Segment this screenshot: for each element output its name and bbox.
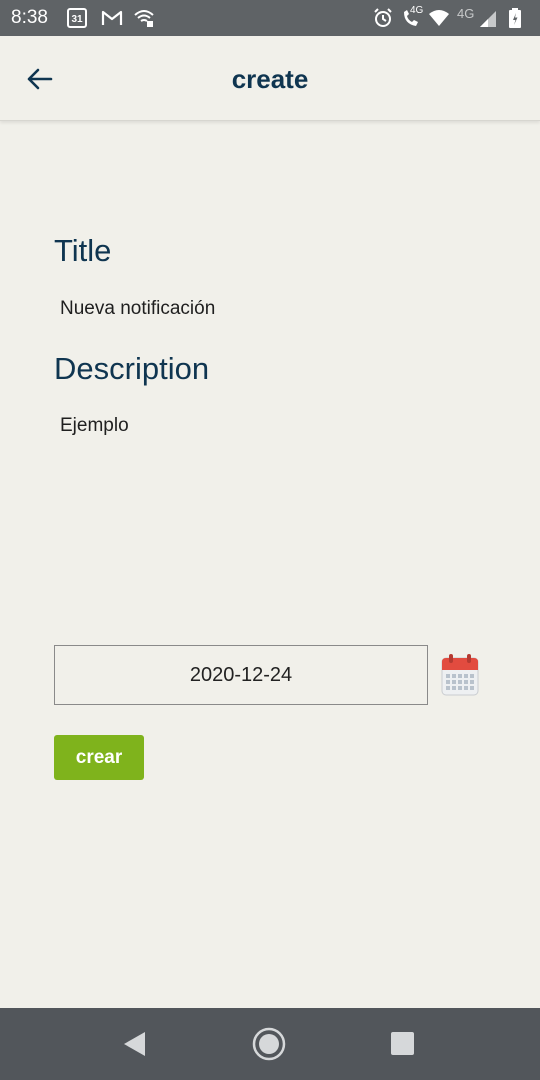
page-title: create (231, 64, 309, 94)
recents-square-icon (385, 1032, 421, 1066)
wifi-icon (428, 7, 450, 29)
create-button[interactable]: crear (54, 735, 144, 780)
alarm-icon (372, 7, 394, 29)
nav-back-button[interactable] (116, 1026, 152, 1062)
back-triangle-icon (116, 1032, 152, 1066)
app-bar: create (0, 36, 540, 121)
status-time: 8:38 (11, 7, 48, 28)
calendar-day-text: 31 (71, 14, 83, 25)
date-field[interactable]: 2020-12-24 (54, 645, 428, 705)
wifi-calling-icon (132, 7, 156, 29)
title-field[interactable]: Nueva notificación (60, 297, 215, 321)
cellular-signal-icon (478, 7, 498, 29)
calendar-button[interactable] (441, 654, 479, 696)
description-field[interactable]: Ejemplo (60, 414, 129, 438)
nav-home-button[interactable] (251, 1026, 287, 1062)
title-label: Title (54, 233, 112, 268)
home-circle-icon (251, 1027, 287, 1066)
status-bar: 8:38 31 4G 4G (0, 0, 540, 36)
calendar-icon (441, 654, 479, 700)
description-label: Description (54, 351, 210, 386)
gmail-icon (100, 7, 124, 29)
network-label-2: 4G (457, 6, 475, 21)
navigation-bar (0, 1008, 540, 1080)
nav-recents-button[interactable] (385, 1026, 421, 1062)
calendar-icon: 31 (66, 7, 88, 29)
battery-icon (508, 7, 522, 29)
network-label-1: 4G (410, 5, 424, 16)
